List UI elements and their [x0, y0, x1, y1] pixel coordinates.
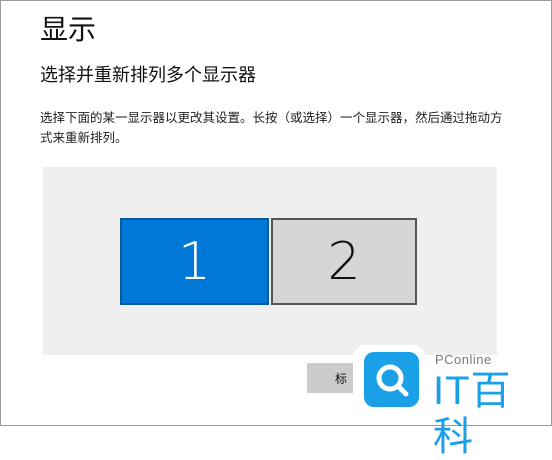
monitor-2-tile[interactable]: 2 — [271, 218, 417, 305]
watermark-brand: PConline — [435, 352, 492, 367]
display-arrangement-area[interactable] — [43, 167, 497, 355]
page-title: 显示 — [40, 13, 97, 46]
section-title: 选择并重新排列多个显示器 — [40, 65, 256, 86]
search-icon — [364, 352, 419, 407]
arrange-description: 选择下面的某一显示器以更改其设置。长按（或选择）一个显示器，然后通过拖动方式来重… — [40, 110, 503, 145]
monitor-1-tile[interactable]: 1 — [120, 218, 269, 305]
watermark-logo-text: IT百科 — [433, 369, 512, 459]
